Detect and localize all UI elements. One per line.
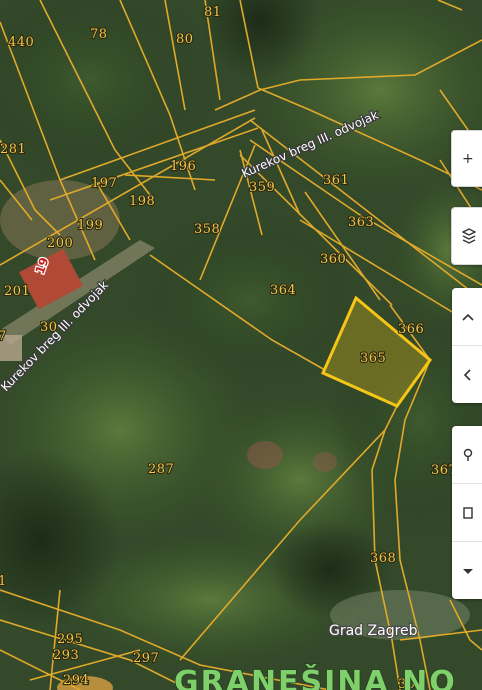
measure-button[interactable] [452,484,482,542]
parcel-label: 200 [47,236,73,251]
district-label: GRANEŠINA NO [174,663,457,690]
parcel-label: 440 [8,35,34,50]
parcel-label: 197 [91,176,117,191]
layers-icon [462,228,476,244]
chevron-up-icon [462,313,474,321]
measure-icon [463,506,473,519]
parcel-label: 360 [320,252,346,267]
parcel-label: 80 [176,32,194,47]
parcel-label: 198 [129,194,155,209]
parcel-label: 361 [323,173,349,188]
parcel-label: 81 [204,5,222,20]
parcel-label: 199 [77,218,103,233]
parcel-label: 201 [4,284,30,299]
parcel-label: 30 [40,320,58,335]
parcel-label: 293 [53,648,79,663]
chevron-down-icon [463,568,473,574]
parcel-label: 294 [63,673,89,688]
parcel-label: 1 [0,574,7,589]
parcel-label: 358 [194,222,220,237]
more-button[interactable] [452,542,482,599]
navigate-up-button[interactable] [452,288,482,346]
parcel-label: 366 [398,322,424,337]
tools-group [452,426,482,599]
parcel-label: 287 [148,462,174,477]
navigation-group [452,288,482,403]
parcel-label: 297 [133,651,159,666]
location-button[interactable] [452,426,482,484]
city-label: Grad Zagreb [329,623,418,639]
parcel-label: 363 [348,215,374,230]
parcel-label: 78 [90,27,108,42]
parcel-label: 7 [0,329,7,344]
parcel-label: 196 [170,159,196,174]
layers-button[interactable] [451,207,482,265]
chevron-left-icon [463,368,471,381]
parcel-label: 368 [370,551,396,566]
location-icon [463,448,473,461]
parcel-label: 364 [270,283,296,298]
plus-icon: + [462,150,474,167]
parcel-label-selected: 365 [360,351,386,366]
zoom-in-button[interactable]: + [451,130,482,187]
parcel-label: 281 [0,142,26,157]
navigate-left-button[interactable] [452,346,482,403]
cadastral-map[interactable]: Kurekov breg III. odvojak Kurekov breg I… [0,0,482,690]
parcel-label: 295 [57,632,83,647]
parcel-label: 359 [249,180,275,195]
